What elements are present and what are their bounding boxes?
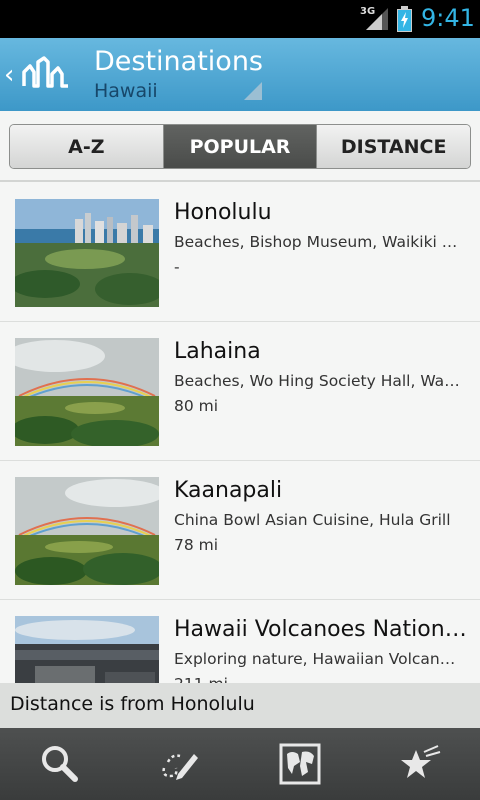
- destination-title: Honolulu: [174, 200, 272, 225]
- destination-title: Kaanapali: [174, 478, 283, 503]
- clock: 9:41: [421, 4, 475, 32]
- destination-description: China Bowl Asian Cuisine, Hula Grill: [174, 511, 451, 529]
- app-logo-icon[interactable]: [22, 56, 70, 92]
- search-button[interactable]: [0, 728, 120, 800]
- favorites-icon: [401, 745, 441, 778]
- destination-thumbnail: [15, 616, 159, 683]
- tab-distance[interactable]: DISTANCE: [317, 125, 470, 168]
- tab-popular[interactable]: POPULAR: [163, 125, 318, 168]
- battery-charging-icon: [397, 6, 412, 32]
- destination-distance: 78 mi: [174, 536, 219, 554]
- status-bar: 3G 9:41: [0, 0, 480, 38]
- destination-distance: -: [174, 258, 180, 276]
- action-bar: ‹ Destinations Hawaii: [0, 38, 480, 111]
- bottom-nav: [0, 728, 480, 800]
- distance-note: Distance is from Honolulu: [0, 683, 480, 728]
- destination-title: Hawaii Volcanoes National Park: [174, 617, 468, 642]
- dropdown-indicator-icon[interactable]: [244, 82, 262, 100]
- destination-thumbnail: [15, 338, 159, 446]
- page-title: Destinations: [94, 46, 264, 77]
- destination-thumbnail: [15, 199, 159, 307]
- signal-icon: [366, 8, 388, 30]
- destination-thumbnail: [15, 477, 159, 585]
- region-selector[interactable]: Hawaii: [94, 80, 158, 102]
- destination-list[interactable]: Honolulu Beaches, Bishop Museum, Waikiki…: [0, 183, 480, 683]
- destination-title: Lahaina: [174, 339, 261, 364]
- list-item[interactable]: Hawaii Volcanoes National Park Exploring…: [0, 600, 480, 683]
- sort-tabs-bar: A-Z POPULAR DISTANCE: [0, 111, 480, 182]
- list-item[interactable]: Lahaina Beaches, Wo Hing Society Hall, W…: [0, 322, 480, 461]
- map-button[interactable]: [240, 728, 360, 800]
- favorites-button[interactable]: [360, 728, 480, 800]
- search-icon: [42, 746, 78, 782]
- list-item[interactable]: Honolulu Beaches, Bishop Museum, Waikiki…: [0, 183, 480, 322]
- destination-distance: 211 mi: [174, 675, 228, 683]
- tab-a-z[interactable]: A-Z: [10, 125, 164, 168]
- map-icon: [279, 743, 321, 785]
- destination-description: Beaches, Wo Hing Society Hall, Waterfron…: [174, 372, 464, 390]
- destination-distance: 80 mi: [174, 397, 219, 415]
- draw-route-icon: [162, 754, 198, 780]
- list-item[interactable]: Kaanapali China Bowl Asian Cuisine, Hula…: [0, 461, 480, 600]
- draw-route-button[interactable]: [120, 728, 240, 800]
- sort-tabs: A-Z POPULAR DISTANCE: [9, 124, 471, 169]
- back-chevron-icon[interactable]: ‹: [4, 62, 14, 88]
- destination-description: Exploring nature, Hawaiian Volcano Obser…: [174, 650, 464, 668]
- destination-description: Beaches, Bishop Museum, Waikiki Beach: [174, 233, 464, 251]
